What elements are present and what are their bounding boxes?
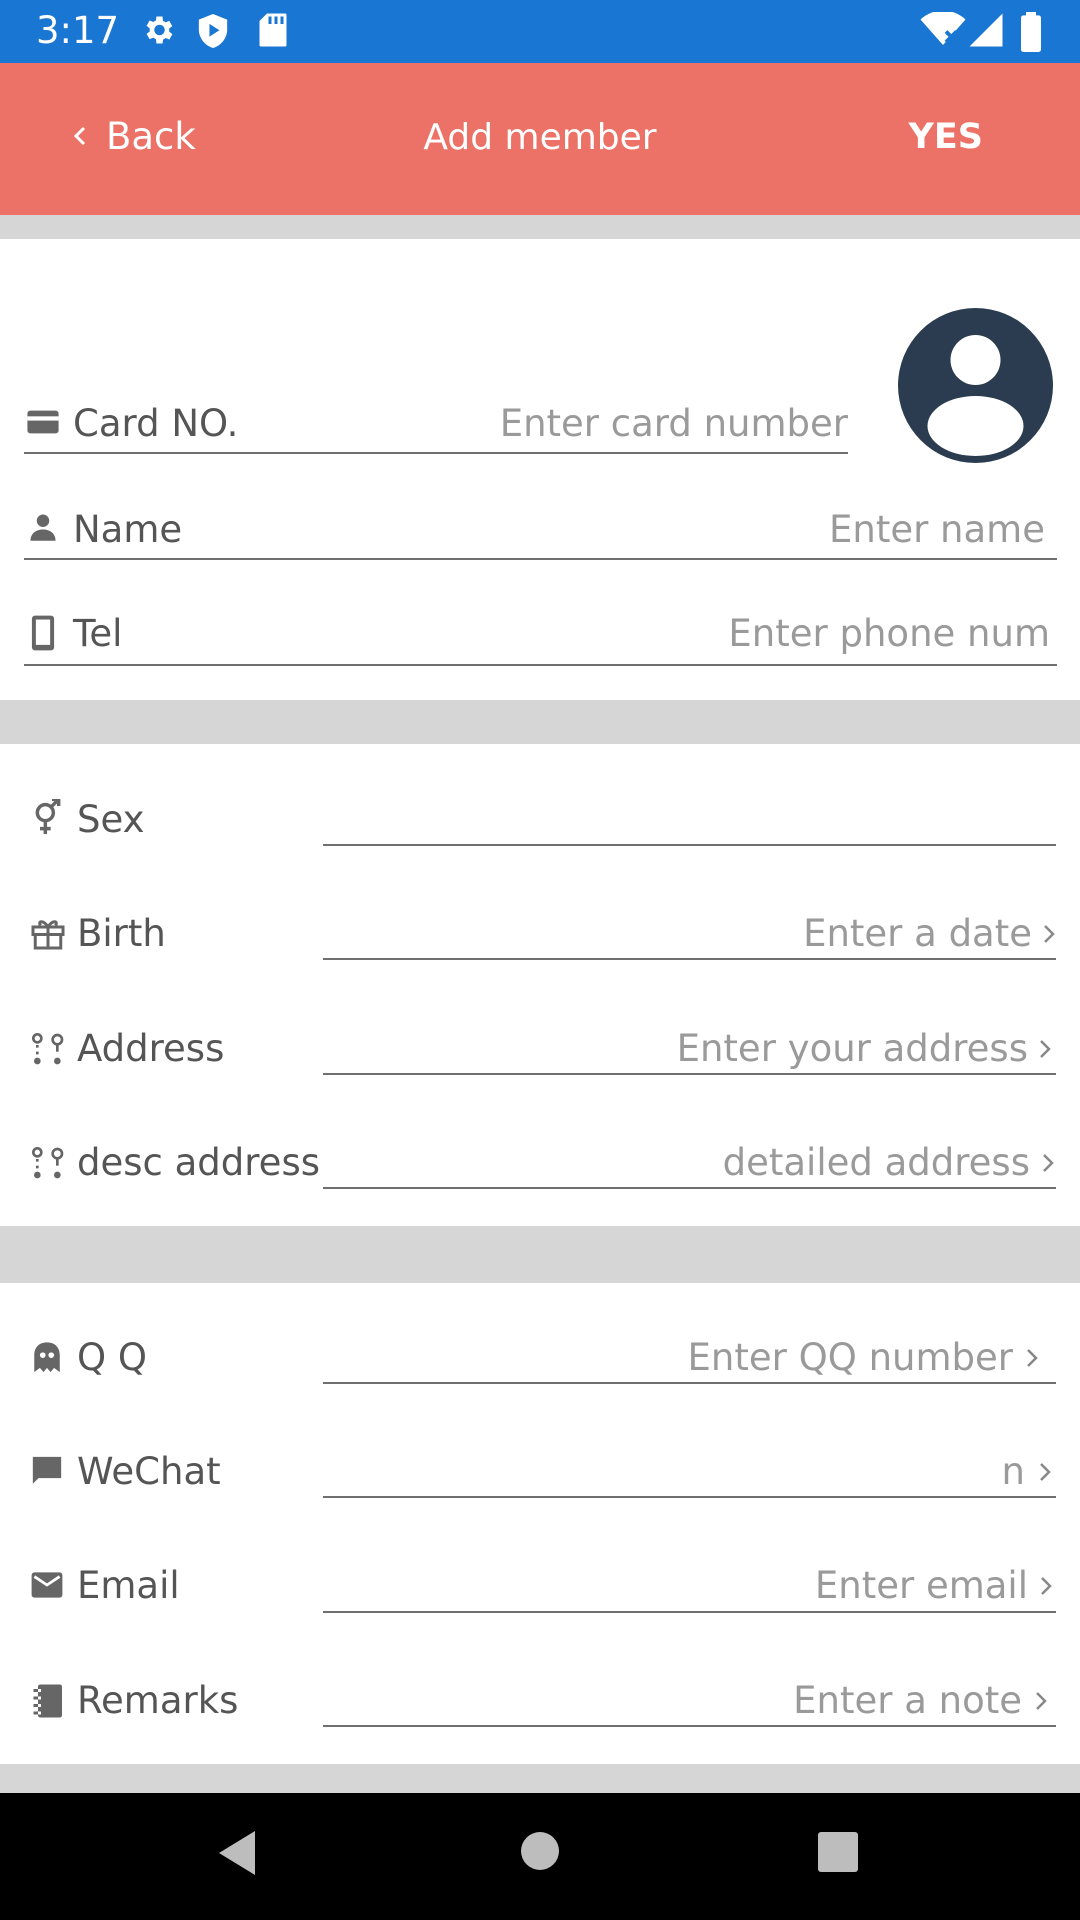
battery-icon [1021,12,1041,52]
sex-underline [323,844,1056,846]
qq-underline [323,1382,1056,1384]
system-nav-bar [0,1793,1080,1920]
name-input[interactable]: Enter name [829,508,1045,552]
chevron-right-icon [1043,1154,1054,1172]
qq-icon [34,1342,60,1373]
chat-icon [32,1456,62,1484]
app-bar: Back Add member YES [0,63,1080,215]
chevron-right-icon [1027,1349,1038,1367]
qq-input[interactable]: Enter QQ number [688,1336,1013,1380]
tel-underline [24,664,1057,666]
email-underline [323,1611,1056,1613]
name-underline [24,558,1057,560]
remarks-underline [323,1725,1056,1727]
wechat-label: WeChat [77,1450,221,1493]
person-avatar-icon [927,335,1024,456]
mail-icon [31,1572,63,1598]
tel-input[interactable]: Enter phone num [728,612,1050,656]
avatar[interactable] [898,308,1053,463]
gender-icon [35,799,61,834]
shield-icon [198,14,228,48]
location-icon [32,1147,64,1179]
address-input[interactable]: Enter your address [677,1027,1028,1071]
chevron-right-icon [1044,925,1055,943]
section-divider [0,215,1080,239]
wechat-underline [323,1496,1056,1498]
email-input[interactable]: Enter email [815,1564,1028,1608]
chevron-right-icon [1040,1040,1051,1058]
remarks-label: Remarks [77,1679,239,1722]
desc-address-label: desc address [77,1141,320,1184]
signal-icon [969,13,1003,47]
home-nav-icon[interactable] [520,1831,560,1871]
wechat-input[interactable]: n [1002,1450,1025,1494]
section-divider [0,700,1080,744]
settings-icon [146,16,173,44]
remarks-input[interactable]: Enter a note [793,1679,1022,1723]
notebook-icon [33,1684,62,1718]
person-icon [30,514,56,541]
sex-label: Sex [77,798,145,841]
phone-icon [31,615,55,651]
section-divider [0,1764,1080,1793]
status-bar: 3:17 [0,0,1080,63]
gift-icon [31,920,65,950]
birth-label: Birth [77,912,166,955]
wifi-icon [920,12,966,45]
credit-card-icon [27,410,59,434]
name-label: Name [73,508,183,551]
address-underline [323,1073,1056,1075]
tel-label: Tel [73,612,123,655]
location-icon [32,1033,64,1065]
qq-label: Q Q [77,1336,148,1379]
chevron-right-icon [1040,1463,1051,1481]
desc-address-underline [323,1187,1056,1189]
chevron-right-icon [1041,1577,1052,1595]
birth-underline [323,958,1056,960]
desc-address-input[interactable]: detailed address [723,1141,1030,1185]
yes-button[interactable]: YES [909,117,983,157]
card-number-label: Card NO. [73,402,239,445]
sd-card-icon [259,13,287,47]
birth-input[interactable]: Enter a date [803,912,1032,956]
status-time: 3:17 [36,9,120,52]
back-nav-icon[interactable] [217,1829,257,1877]
address-label: Address [77,1027,225,1070]
card-number-input[interactable]: Enter card number [500,402,848,446]
chevron-right-icon [1036,1692,1047,1710]
section-divider [0,1226,1080,1283]
recents-nav-icon[interactable] [818,1832,858,1872]
email-label: Email [77,1564,180,1607]
card-number-underline [24,452,848,454]
